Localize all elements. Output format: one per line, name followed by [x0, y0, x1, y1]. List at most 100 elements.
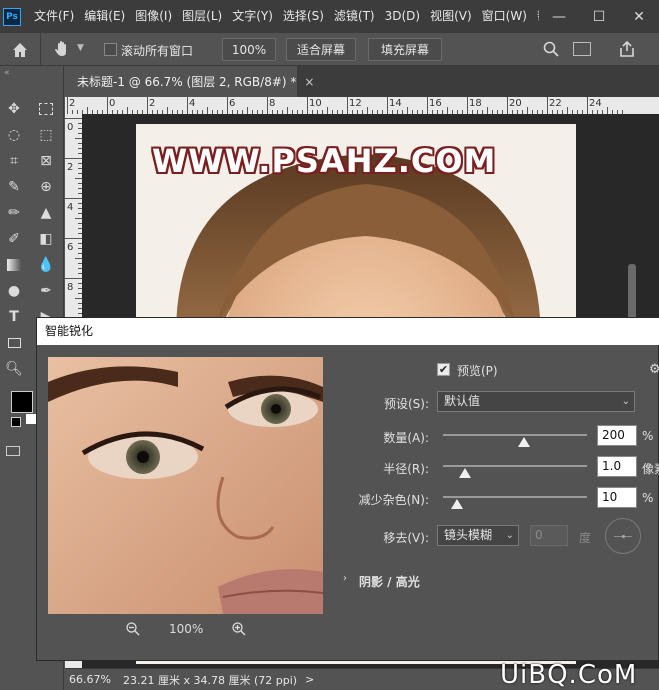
shadows-highlights-label[interactable]: 阴影 / 高光: [359, 573, 420, 590]
remove-label: 移去(V):: [383, 531, 429, 545]
frame-tool-icon[interactable]: ⊠: [34, 150, 58, 172]
expand-chevron-icon[interactable]: ›: [343, 573, 347, 584]
preview-checkbox[interactable]: ✔: [437, 363, 450, 376]
menu-bar: Ps 文件(F) 编辑(E) 图像(I) 图层(L) 文字(Y) 选择(S) 滤…: [0, 0, 659, 33]
quick-mask-icon[interactable]: [6, 446, 20, 456]
home-icon[interactable]: [10, 40, 30, 60]
brush-tool-icon[interactable]: ✏: [2, 202, 26, 224]
background-color-swatch[interactable]: [26, 414, 36, 424]
options-bar: ▼ 滚动所有窗口 100% 适合屏幕 填充屏幕: [0, 33, 659, 66]
eyedropper-icon[interactable]: ✎: [2, 176, 26, 198]
amount-slider-thumb[interactable]: [517, 437, 530, 447]
status-zoom[interactable]: 66.67%: [69, 673, 119, 686]
spot-heal-icon[interactable]: ⊕: [34, 176, 58, 198]
history-brush-icon[interactable]: ✐: [2, 228, 26, 250]
close-window-button[interactable]: ✕: [619, 0, 659, 33]
radius-input[interactable]: 1.0: [597, 456, 637, 477]
noise-slider-thumb[interactable]: [451, 499, 464, 509]
ruler-tick: [75, 138, 82, 139]
tab-close-icon[interactable]: ×: [304, 75, 314, 89]
settings-gear-icon[interactable]: ⚙: [649, 362, 659, 377]
amount-slider-track[interactable]: [443, 434, 587, 436]
zoom-in-icon[interactable]: [231, 621, 247, 637]
zoom-out-icon[interactable]: [125, 621, 141, 637]
eraser-icon[interactable]: ◧: [34, 228, 58, 250]
blur-tool-icon[interactable]: 💧: [34, 254, 58, 276]
ruler-tick: [127, 107, 128, 114]
ruler-tick: [147, 97, 148, 114]
remove-select[interactable]: 镜头模糊 ⌄: [437, 525, 519, 546]
ruler-top-label: 18: [469, 98, 482, 109]
collapse-icon[interactable]: «: [4, 68, 10, 78]
ruler-left-label: 4: [67, 202, 74, 213]
hand-tool-icon[interactable]: [52, 39, 72, 59]
workspace-icon[interactable]: [573, 42, 591, 56]
status-doc-size: 23.21 厘米 x 34.78 厘米 (72 ppi): [123, 673, 298, 687]
radius-label: 半径(R):: [383, 462, 429, 476]
ruler-tick: [75, 178, 82, 179]
foreground-color-swatch[interactable]: [11, 391, 33, 413]
ruler-left-label: 0: [67, 122, 74, 133]
radius-slider-track[interactable]: [443, 465, 587, 467]
menu-window[interactable]: 窗口(W): [477, 0, 532, 33]
divider: [40, 33, 41, 66]
preset-select[interactable]: 默认值 ⌄: [437, 391, 635, 412]
vertical-scrollbar[interactable]: [628, 264, 636, 324]
crop-tool-icon[interactable]: ⌗: [2, 150, 26, 172]
maximize-button[interactable]: ☐: [579, 0, 619, 33]
ruler-tick: [327, 107, 328, 114]
fill-screen-button[interactable]: 填充屏幕: [368, 38, 442, 61]
fit-screen-button[interactable]: 适合屏幕: [286, 38, 356, 61]
angle-input[interactable]: 0: [530, 525, 568, 546]
preview-label: 预览(P): [457, 364, 498, 378]
menu-select[interactable]: 选择(S): [278, 0, 329, 33]
chevron-down-icon[interactable]: ▼: [77, 43, 84, 53]
menu-filter[interactable]: 滤镜(T): [329, 0, 380, 33]
menu-type[interactable]: 文字(Y): [227, 0, 278, 33]
menu-layer[interactable]: 图层(L): [177, 0, 227, 33]
filter-preview[interactable]: [48, 357, 323, 614]
ruler-tick: [75, 298, 82, 299]
type-tool-icon[interactable]: T: [2, 306, 26, 328]
radius-slider-thumb[interactable]: [458, 468, 471, 478]
ruler-tick: [75, 218, 82, 219]
ruler-tick: [387, 97, 388, 114]
amount-input[interactable]: 200: [597, 425, 637, 446]
ruler-tick: [587, 97, 588, 114]
share-icon[interactable]: [617, 39, 637, 59]
pen-tool-icon[interactable]: ✒: [34, 280, 58, 302]
default-colors-icon[interactable]: [11, 417, 21, 427]
menu-view[interactable]: 视图(V): [425, 0, 477, 33]
ruler-tick: [247, 107, 248, 114]
noise-input[interactable]: 10: [597, 487, 637, 508]
stamp-tool-icon[interactable]: ▲: [34, 202, 58, 224]
gradient-tool-icon[interactable]: [2, 254, 26, 276]
object-select-icon[interactable]: ⬚: [34, 124, 58, 146]
search-icon[interactable]: [542, 40, 560, 58]
ruler-top-label: 24: [589, 98, 602, 109]
move-tool-icon[interactable]: ✥: [2, 98, 26, 120]
ruler-top-label: 16: [429, 98, 442, 109]
ruler-tick: [167, 107, 168, 114]
status-arrow-icon[interactable]: >: [305, 673, 314, 686]
ruler-top-label: 22: [549, 98, 562, 109]
uibq-watermark: UiBQ.CoM: [500, 660, 638, 690]
lasso-tool-icon[interactable]: ◌: [2, 124, 26, 146]
ruler-top-label: 14: [389, 98, 402, 109]
marquee-tool-icon[interactable]: [34, 98, 58, 120]
zoom-tool-icon[interactable]: 🔍︎: [2, 358, 26, 380]
noise-slider-track[interactable]: [443, 496, 587, 498]
dodge-tool-icon[interactable]: ●: [2, 280, 26, 302]
menu-3d[interactable]: 3D(D): [380, 0, 425, 33]
menu-edit[interactable]: 编辑(E): [79, 0, 130, 33]
menu-file[interactable]: 文件(F): [29, 0, 79, 33]
preview-zoom-level: 100%: [169, 622, 204, 636]
angle-dial[interactable]: [605, 518, 641, 554]
menu-image[interactable]: 图像(I): [130, 0, 177, 33]
zoom-100-button[interactable]: 100%: [222, 38, 276, 61]
rectangle-tool-icon[interactable]: [2, 332, 26, 354]
minimize-button[interactable]: —: [539, 0, 579, 33]
amount-unit: %: [642, 429, 654, 443]
document-tab[interactable]: 未标题-1 @ 66.7% (图层 2, RGB/8#) * ×: [65, 66, 314, 97]
scroll-all-windows-checkbox[interactable]: [104, 43, 117, 56]
